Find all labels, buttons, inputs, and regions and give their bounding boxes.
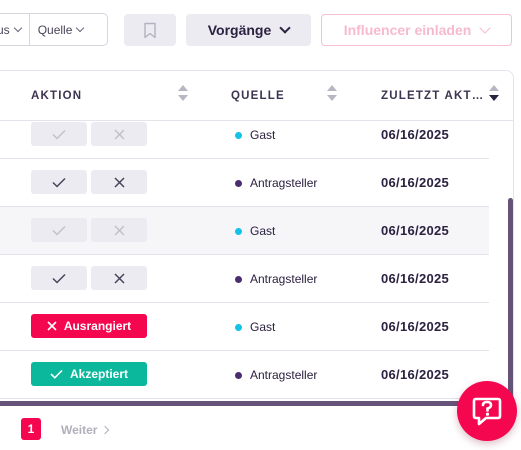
page-number-button[interactable]: 1 xyxy=(21,418,41,440)
source-cell: Gast xyxy=(235,128,275,142)
guest-dot xyxy=(235,323,242,331)
next-page-link[interactable]: Weiter xyxy=(61,423,110,437)
actions-dropdown-label: Vorgänge xyxy=(207,22,272,38)
guest-dot xyxy=(235,131,242,139)
source-label: Gast xyxy=(250,320,276,334)
source-filter-label: Quelle xyxy=(37,22,73,37)
source-cell: Gast xyxy=(235,320,275,334)
source-label: Gast xyxy=(250,128,276,142)
sort-source-icon[interactable] xyxy=(327,85,337,105)
table-row: Ausrangiert Gast 06/16/2025 xyxy=(0,303,489,351)
column-header-source: QUELLE xyxy=(231,90,285,102)
requests-table: AKTION QUELLE ZULETZT AKT… Gast 06/16/20… xyxy=(0,70,514,406)
status-badge-accepted[interactable]: Akzeptiert xyxy=(31,362,147,386)
source-cell: Antragsteller xyxy=(235,176,317,190)
check-icon xyxy=(52,129,66,140)
source-cell: Antragsteller xyxy=(235,272,317,286)
column-header-last-action: ZULETZT AKT… xyxy=(381,90,485,102)
accept-button[interactable] xyxy=(31,122,87,146)
table-row: Akzeptiert Antragsteller 06/16/2025 xyxy=(0,351,489,399)
filter-group: us Quelle xyxy=(0,13,108,46)
sort-action-icon[interactable] xyxy=(178,85,188,105)
help-chat-button[interactable] xyxy=(457,381,517,441)
invite-influencer-button[interactable]: Influencer einladen xyxy=(321,14,512,46)
status-badge-rejected[interactable]: Ausrangiert xyxy=(31,314,147,338)
column-header-action: AKTION xyxy=(31,90,83,102)
help-chat-icon xyxy=(472,397,502,426)
status-label: Ausrangiert xyxy=(63,319,132,333)
source-label: Antragsteller xyxy=(250,272,318,286)
last-action-date: 06/16/2025 xyxy=(381,271,450,286)
check-icon xyxy=(50,369,63,379)
table-row: Gast 06/16/2025 xyxy=(0,207,489,255)
bookmark-button[interactable] xyxy=(124,14,176,46)
table-row: Gast 06/16/2025 xyxy=(0,111,489,159)
source-filter[interactable]: Quelle xyxy=(28,14,92,45)
close-icon xyxy=(113,176,125,188)
accept-button[interactable] xyxy=(31,266,87,290)
last-action-date: 06/16/2025 xyxy=(381,223,450,238)
applicant-dot xyxy=(235,179,242,187)
table-row: Antragsteller 06/16/2025 xyxy=(0,159,489,207)
horizontal-scrollbar[interactable] xyxy=(0,401,514,406)
vertical-scrollbar[interactable] xyxy=(508,198,513,406)
source-label: Gast xyxy=(250,224,276,238)
source-cell: Antragsteller xyxy=(235,368,317,382)
close-icon xyxy=(113,224,125,236)
chevron-down-icon xyxy=(479,22,491,34)
close-icon xyxy=(47,321,57,331)
reject-button[interactable] xyxy=(91,122,147,146)
sort-last-action-icon[interactable] xyxy=(489,85,499,105)
last-action-date: 06/16/2025 xyxy=(381,127,450,142)
status-filter[interactable]: us xyxy=(0,14,29,45)
reject-button[interactable] xyxy=(91,170,147,194)
applicant-dot xyxy=(235,275,242,283)
invite-influencer-label: Influencer einladen xyxy=(343,22,472,38)
actions-dropdown-button[interactable]: Vorgänge xyxy=(186,14,311,46)
check-icon xyxy=(52,273,66,284)
last-action-date: 06/16/2025 xyxy=(381,367,450,382)
check-icon xyxy=(52,225,66,236)
close-icon xyxy=(113,128,125,140)
reject-button[interactable] xyxy=(91,218,147,242)
table-row: Antragsteller 06/16/2025 xyxy=(0,255,489,303)
next-page-label: Weiter xyxy=(61,423,98,437)
applicant-dot xyxy=(235,371,242,379)
chevron-down-icon xyxy=(279,22,291,34)
last-action-date: 06/16/2025 xyxy=(381,175,450,190)
source-label: Antragsteller xyxy=(250,368,318,382)
close-icon xyxy=(113,272,125,284)
status-filter-label: us xyxy=(0,22,10,37)
accept-button[interactable] xyxy=(31,170,87,194)
status-label: Akzeptiert xyxy=(69,367,128,381)
last-action-date: 06/16/2025 xyxy=(381,319,450,334)
bookmark-icon xyxy=(144,22,156,38)
check-icon xyxy=(52,177,66,188)
accept-button[interactable] xyxy=(31,218,87,242)
chevron-right-icon xyxy=(101,425,110,435)
reject-button[interactable] xyxy=(91,266,147,290)
source-label: Antragsteller xyxy=(250,176,318,190)
guest-dot xyxy=(235,227,242,235)
source-cell: Gast xyxy=(235,224,275,238)
chevron-down-icon xyxy=(13,23,22,33)
chevron-down-icon xyxy=(76,23,85,33)
